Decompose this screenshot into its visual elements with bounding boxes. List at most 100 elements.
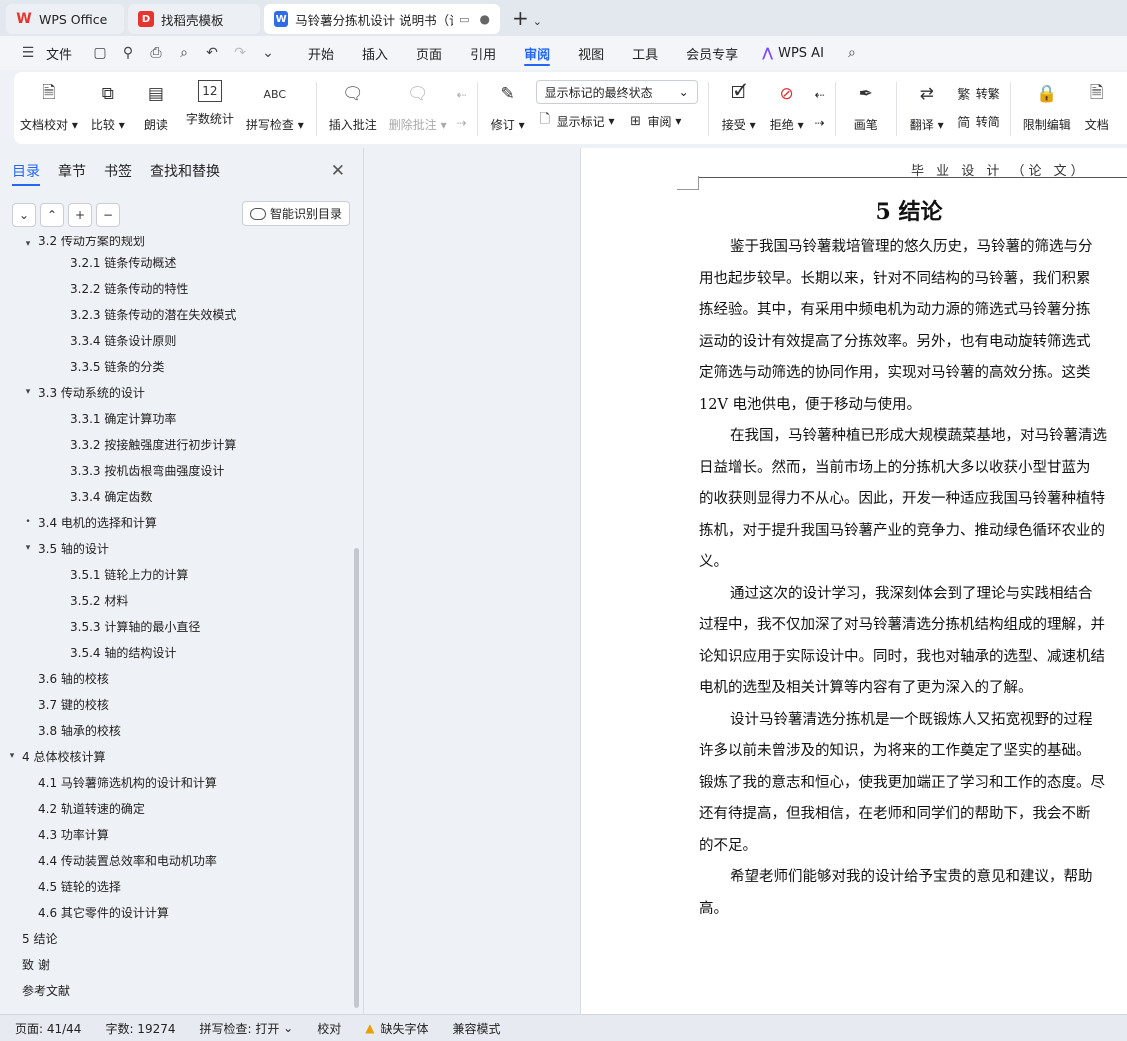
- menu-page[interactable]: 页面: [402, 36, 456, 70]
- page-indicator[interactable]: 页面: 41/44: [15, 1020, 81, 1037]
- quick-access-more-icon[interactable]: ⌄: [257, 42, 279, 64]
- toc-item[interactable]: 3.5.4 轴的结构设计: [0, 639, 352, 665]
- monitor-icon[interactable]: ▭: [459, 13, 469, 26]
- toc-item[interactable]: • 3.4 电机的选择和计算: [0, 509, 352, 535]
- to-traditional-button[interactable]: 繁 转繁: [955, 82, 1000, 104]
- nav-scrollbar[interactable]: [354, 548, 359, 1008]
- to-simplified-button[interactable]: 简 转简: [955, 110, 1000, 132]
- menu-home[interactable]: 开始: [294, 36, 348, 70]
- tab-bookmarks[interactable]: 书签: [104, 148, 132, 194]
- toc-item[interactable]: 4.2 轨道转速的确定: [0, 795, 352, 821]
- expand-toggle-icon[interactable]: ▾: [22, 387, 34, 397]
- spell-check-status[interactable]: 拼写检查: 打开 ⌄: [200, 1020, 294, 1037]
- show-markup-button[interactable]: 🗋 显示标记 ▾: [536, 110, 614, 132]
- toc-item[interactable]: 3.2.1 链条传动概述: [0, 249, 352, 275]
- print-icon[interactable]: ⎙: [145, 42, 167, 64]
- new-tab-button[interactable]: + ⌄: [512, 6, 542, 30]
- toc-item[interactable]: 3.3.2 按接触强度进行初步计算: [0, 431, 352, 457]
- smart-toc-button[interactable]: 智能识别目录: [241, 201, 350, 226]
- menu-file[interactable]: 文件: [42, 36, 86, 70]
- menu-view[interactable]: 视图: [564, 36, 618, 70]
- toc-item[interactable]: ▾ 3.3 传动系统的设计: [0, 379, 352, 405]
- expand-toggle-icon[interactable]: ▾: [22, 543, 34, 553]
- toc-item[interactable]: 致 谢: [0, 951, 352, 977]
- menu-insert[interactable]: 插入: [348, 36, 402, 70]
- toc-item[interactable]: 3.6 轴的校核: [0, 665, 352, 691]
- toc-item[interactable]: 4.4 传动装置总效率和电动机功率: [0, 847, 352, 873]
- toc-item[interactable]: ▾ 4 总体校核计算: [0, 743, 352, 769]
- toc-item[interactable]: ▾ 3.5 轴的设计: [0, 535, 352, 561]
- next-change-icon[interactable]: ⇢: [815, 112, 825, 134]
- document-page[interactable]: 毕 业 设 计 （论 文） 5 结论 鉴于我国马铃薯栽培管理的悠久历史，马铃薯的…: [580, 148, 1127, 1014]
- add-heading-button[interactable]: +: [68, 203, 92, 227]
- tab-wps-office[interactable]: W WPS Office: [6, 4, 124, 34]
- compare-button[interactable]: ⧉ 比较 ▾: [84, 80, 132, 133]
- tab-docer-templates[interactable]: D 找稻壳模板: [128, 4, 260, 34]
- tab-close-icon[interactable]: ●: [480, 12, 490, 26]
- toc-item[interactable]: 4.3 功率计算: [0, 821, 352, 847]
- toc-item[interactable]: 4.5 链轮的选择: [0, 873, 352, 899]
- chevron-down-icon[interactable]: ⌄: [533, 15, 542, 28]
- menu-tools[interactable]: 工具: [618, 36, 672, 70]
- tab-find-replace[interactable]: 查找和替换: [150, 148, 220, 194]
- toc-item[interactable]: 4.1 马铃薯筛选机构的设计和计算: [0, 769, 352, 795]
- accept-button[interactable]: 🗹 接受 ▾: [715, 80, 763, 133]
- document-body[interactable]: 鉴于我国马铃薯栽培管理的悠久历史，马铃薯的筛选与分 用也起步较早。长期以来，针对不…: [699, 232, 1127, 925]
- toc-item[interactable]: ▾ 3.2 传动方案的规划: [0, 236, 352, 249]
- toc-item[interactable]: 3.7 键的校核: [0, 691, 352, 717]
- remove-heading-button[interactable]: −: [96, 203, 120, 227]
- close-icon[interactable]: ✕: [331, 161, 345, 181]
- review-pane-button[interactable]: ⊞ 审阅 ▾: [627, 110, 681, 132]
- markup-mode-select[interactable]: 显示标记的最终状态 ⌄: [535, 80, 698, 104]
- spell-check-button[interactable]: ABC 拼写检查 ▾: [240, 80, 310, 133]
- expand-down-button[interactable]: ⌄: [12, 203, 36, 227]
- insert-comment-button[interactable]: 🗨 插入批注: [323, 80, 383, 133]
- next-comment-icon[interactable]: ⇢: [457, 112, 467, 134]
- expand-toggle-icon[interactable]: ▾: [22, 239, 34, 249]
- tab-current-document[interactable]: W 马铃薯分拣机设计 说明书（论... ▭ ●: [264, 4, 500, 34]
- toc-item[interactable]: 3.3.4 链条设计原则: [0, 327, 352, 353]
- share-icon[interactable]: ⚲: [117, 42, 139, 64]
- menu-member[interactable]: 会员专享: [672, 36, 752, 70]
- toc-item[interactable]: 参考文献: [0, 977, 352, 1003]
- toc-item[interactable]: 3.5.3 计算轴的最小直径: [0, 613, 352, 639]
- restrict-edit-button[interactable]: 🔒 限制编辑: [1017, 80, 1077, 133]
- print-preview-icon[interactable]: ⌕: [173, 42, 195, 64]
- collapse-up-button[interactable]: ⌃: [40, 203, 64, 227]
- proofread-status[interactable]: 校对: [317, 1020, 341, 1037]
- hamburger-menu-icon[interactable]: ☰: [17, 42, 39, 64]
- tab-toc[interactable]: 目录: [12, 148, 40, 194]
- toc-item[interactable]: 4.6 其它零件的设计计算: [0, 899, 352, 925]
- toc-item[interactable]: 3.2.3 链条传动的潜在失效模式: [0, 301, 352, 327]
- toc-item[interactable]: 3.5.1 链轮上力的计算: [0, 561, 352, 587]
- expand-toggle-icon[interactable]: ▾: [6, 751, 18, 761]
- menu-review[interactable]: 审阅: [510, 36, 564, 70]
- wps-ai-button[interactable]: ⋀ WPS AI: [752, 36, 838, 70]
- toc-item[interactable]: 3.3.4 确定齿数: [0, 483, 352, 509]
- prev-comment-icon[interactable]: ⇠: [457, 84, 467, 106]
- tab-chapters[interactable]: 章节: [58, 148, 86, 194]
- pen-button[interactable]: ✒ 画笔: [842, 80, 890, 133]
- word-count-indicator[interactable]: 字数: 19274: [105, 1020, 175, 1037]
- reject-button[interactable]: ⊘ 拒绝 ▾: [763, 80, 811, 133]
- undo-icon[interactable]: ↶: [201, 42, 223, 64]
- doc-check-button[interactable]: 🗎 文档校对 ▾: [14, 80, 84, 133]
- toc-item[interactable]: 3.3.3 按机齿根弯曲强度设计: [0, 457, 352, 483]
- toc-item[interactable]: 5 结论: [0, 925, 352, 951]
- menu-references[interactable]: 引用: [456, 36, 510, 70]
- search-icon[interactable]: ⌕: [841, 42, 863, 64]
- read-aloud-button[interactable]: ▤ 朗读: [132, 80, 180, 133]
- translate-button[interactable]: ⇄ 翻译 ▾: [903, 80, 951, 133]
- bullet-icon[interactable]: •: [22, 517, 34, 527]
- toc-item[interactable]: 3.8 轴承的校核: [0, 717, 352, 743]
- toc-item[interactable]: 3.2.2 链条传动的特性: [0, 275, 352, 301]
- doc-more-button[interactable]: 🗎 文档: [1077, 80, 1111, 133]
- delete-comment-button[interactable]: 🗨 删除批注 ▾: [383, 80, 453, 133]
- redo-icon[interactable]: ↷: [229, 42, 251, 64]
- toc-item[interactable]: 3.3.5 链条的分类: [0, 353, 352, 379]
- toc-item[interactable]: 3.5.2 材料: [0, 587, 352, 613]
- save-icon[interactable]: ▢: [89, 42, 111, 64]
- word-count-button[interactable]: 12 字数统计: [180, 80, 240, 127]
- prev-change-icon[interactable]: ⇠: [815, 84, 825, 106]
- revise-button[interactable]: ✎ 修订 ▾: [484, 80, 532, 133]
